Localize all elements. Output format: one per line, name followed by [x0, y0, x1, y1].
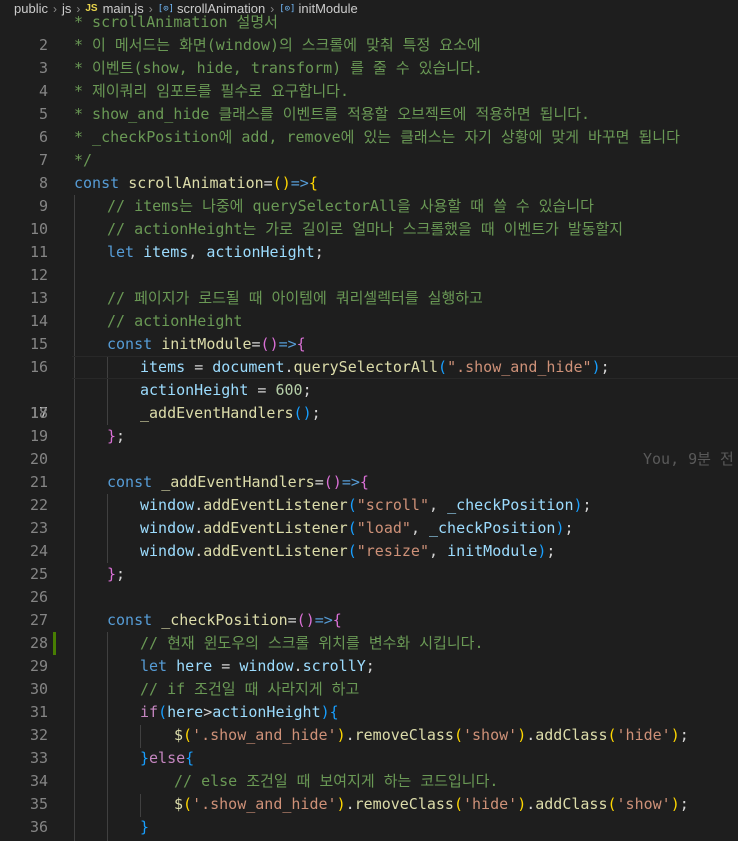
- code-text: */: [74, 151, 93, 169]
- code-line[interactable]: 35 // else 조건일 때 보여지게 하는 코드입니다.: [0, 770, 738, 813]
- code-text: const initModule=()=>{: [107, 335, 306, 353]
- code-line[interactable]: 37 }: [0, 816, 738, 839]
- code-text: };: [107, 565, 126, 583]
- code-text: * 제이쿼리 임포트를 필수로 요구합니다.: [74, 82, 349, 100]
- code-line[interactable]: 36 $('.show_and_hide').removeClass('hide…: [0, 793, 738, 836]
- code-line[interactable]: 8 */: [0, 149, 738, 192]
- code-line[interactable]: 7 * _checkPosition에 add, remove에 있는 클래스는…: [0, 126, 738, 169]
- code-line[interactable]: 3 * 이 메서드는 화면(window)의 스크롤에 맞춰 특정 요소에: [0, 34, 738, 77]
- code-text: // if 조건일 때 사라지게 하고: [140, 680, 360, 698]
- code-text: $('.show_and_hide').removeClass('hide').…: [174, 795, 689, 813]
- code-text: * 이벤트(show, hide, transform) 를 줄 수 있습니다.: [74, 59, 483, 77]
- code-line[interactable]: 13: [0, 264, 738, 307]
- code-line[interactable]: 34 }else{: [0, 747, 738, 790]
- code-line[interactable]: 27: [0, 586, 738, 629]
- code-line[interactable]: 6 * show_and_hide 클래스를 이벤트를 적용할 오브젝트에 적용…: [0, 103, 738, 146]
- code-line[interactable]: 29 // 현재 윈도우의 스크롤 위치를 변수화 시킵니다.: [0, 632, 738, 675]
- code-line[interactable]: 31 // if 조건일 때 사라지게 하고: [0, 678, 738, 721]
- code-text: * scrollAnimation 설명서: [74, 13, 278, 31]
- code-line[interactable]: 18 actionHeight = 600;: [0, 379, 738, 422]
- code-text: // 페이지가 로드될 때 아이템에 쿼리셀렉터를 실행하고: [107, 289, 483, 307]
- code-text: * show_and_hide 클래스를 이벤트를 적용할 오브젝트에 적용하면…: [74, 105, 591, 123]
- code-text: const scrollAnimation=()=>{: [74, 174, 318, 192]
- code-text: window.addEventListener("resize", initMo…: [140, 542, 556, 560]
- code-text: // 현재 윈도우의 스크롤 위치를 변수화 시킵니다.: [140, 634, 484, 652]
- code-text: // else 조건일 때 보여지게 하는 코드입니다.: [174, 772, 499, 790]
- code-line[interactable]: 23 window.addEventListener("scroll", _ch…: [0, 494, 738, 537]
- code-line[interactable]: 32 if(here>actionHeight){: [0, 701, 738, 744]
- code-text: // actionHeight는 가로 길이로 얼마나 스크롤했을 때 이벤트가…: [107, 220, 624, 238]
- code-line[interactable]: 5 * 제이쿼리 임포트를 필수로 요구합니다.: [0, 80, 738, 123]
- code-line[interactable]: 26 };: [0, 563, 738, 606]
- code-text: $('.show_and_hide').removeClass('show').…: [174, 726, 689, 744]
- code-text: }else{: [140, 749, 195, 767]
- code-line[interactable]: 19 _addEventHandlers();: [0, 402, 738, 445]
- code-text: items = document.querySelectorAll(".show…: [140, 358, 610, 376]
- code-text: let here = window.scrollY;: [140, 657, 375, 675]
- code-text: }: [140, 818, 150, 836]
- code-text: };: [107, 427, 126, 445]
- code-line[interactable]: 22 const _addEventHandlers=()=>{: [0, 471, 738, 514]
- code-text: * _checkPosition에 add, remove에 있는 클래스는 자…: [74, 128, 680, 146]
- code-text: const _checkPosition=()=>{: [107, 611, 342, 629]
- code-text: // actionHeight: [107, 312, 243, 330]
- code-line[interactable]: 2 * scrollAnimation 설명서: [0, 11, 738, 54]
- code-editor[interactable]: 2 * scrollAnimation 설명서 3 * 이 메서드는 화면(wi…: [0, 11, 738, 841]
- code-line[interactable]: 15 // actionHeight: [0, 310, 738, 353]
- code-line[interactable]: 25 window.addEventListener("resize", ini…: [0, 540, 738, 583]
- code-text: window.addEventListener("scroll", _check…: [140, 496, 592, 514]
- code-text: actionHeight = 600;: [140, 381, 312, 399]
- code-line[interactable]: 20 };: [0, 425, 738, 468]
- code-line[interactable]: 30 let here = window.scrollY;: [0, 655, 738, 698]
- code-text: if(here>actionHeight){: [140, 703, 339, 721]
- code-line[interactable]: 12 let items, actionHeight;: [0, 241, 738, 284]
- code-line[interactable]: 33 $('.show_and_hide').removeClass('show…: [0, 724, 738, 767]
- code-line-current[interactable]: 17 items = document.querySelectorAll(".s…: [0, 356, 738, 468]
- code-text: * 이 메서드는 화면(window)의 스크롤에 맞춰 특정 요소에: [74, 36, 481, 54]
- code-line[interactable]: 16 const initModule=()=>{: [0, 333, 738, 376]
- code-line[interactable]: 10 // items는 나중에 querySelectorAll을 사용할 때…: [0, 195, 738, 238]
- code-line[interactable]: 21: [0, 448, 738, 491]
- code-text: let items, actionHeight;: [107, 243, 324, 261]
- code-line[interactable]: 11 // actionHeight는 가로 길이로 얼마나 스크롤했을 때 이…: [0, 218, 738, 261]
- code-line[interactable]: 28 const _checkPosition=()=>{: [0, 609, 738, 652]
- code-line[interactable]: 24 window.addEventListener("load", _chec…: [0, 517, 738, 560]
- code-line[interactable]: 4 * 이벤트(show, hide, transform) 를 줄 수 있습니…: [0, 57, 738, 100]
- code-text: _addEventHandlers();: [140, 404, 321, 422]
- code-text: window.addEventListener("load", _checkPo…: [140, 519, 574, 537]
- code-line[interactable]: 14 // 페이지가 로드될 때 아이템에 쿼리셀렉터를 실행하고: [0, 287, 738, 330]
- code-text: // items는 나중에 querySelectorAll을 사용할 때 쓸 …: [107, 197, 594, 215]
- code-line[interactable]: 9 const scrollAnimation=()=>{: [0, 172, 738, 215]
- code-text: const _addEventHandlers=()=>{: [107, 473, 369, 491]
